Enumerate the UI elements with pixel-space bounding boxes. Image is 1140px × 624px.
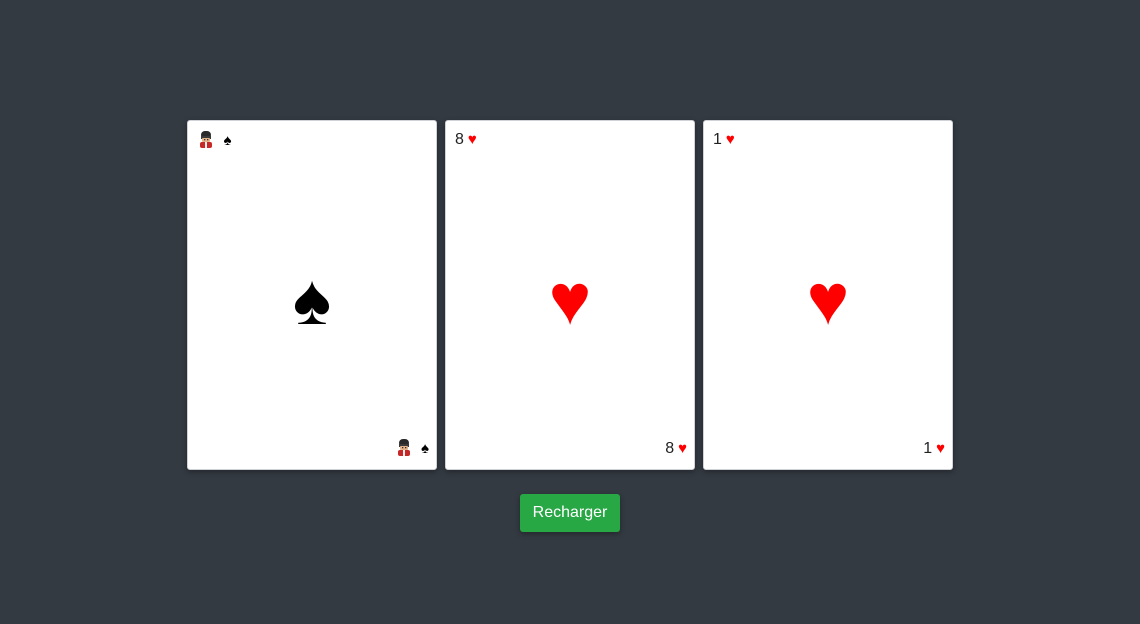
reload-button[interactable]: Recharger <box>520 494 620 532</box>
guard-icon <box>200 131 212 148</box>
heart-icon: ♥ <box>548 260 592 340</box>
guard-icon <box>397 439 410 456</box>
game-board: ♠ ♠ ♠ 8 ♥ ♥ 8 ♥ 1 ♥ ♥ 1 ♥ Recharger <box>0 0 1140 624</box>
card-rank: 1 <box>713 131 722 148</box>
spade-icon: ♠ <box>223 132 232 149</box>
card-corner-top: 1 ♥ <box>713 130 735 150</box>
spade-icon: ♠ <box>292 260 332 340</box>
playing-card-1[interactable]: ♠ ♠ ♠ <box>187 120 437 470</box>
heart-icon: ♥ <box>725 131 735 148</box>
spade-icon: ♠ <box>421 440 429 457</box>
heart-icon: ♥ <box>678 440 687 457</box>
card-corner-bottom: 8 ♥ <box>665 439 687 459</box>
card-rank: 1 <box>923 440 933 457</box>
heart-icon: ♥ <box>467 131 477 148</box>
playing-card-3[interactable]: 1 ♥ ♥ 1 ♥ <box>703 120 953 470</box>
heart-icon: ♥ <box>936 440 945 457</box>
card-corner-bottom: ♠ <box>395 438 429 459</box>
heart-icon: ♥ <box>806 260 850 340</box>
card-corner-top: ♠ <box>197 130 231 151</box>
card-corner-top: 8 ♥ <box>455 130 477 150</box>
card-rank: 8 <box>455 131 464 148</box>
card-corner-bottom: 1 ♥ <box>923 439 945 459</box>
playing-card-2[interactable]: 8 ♥ ♥ 8 ♥ <box>445 120 695 470</box>
card-rank: 8 <box>665 440 675 457</box>
